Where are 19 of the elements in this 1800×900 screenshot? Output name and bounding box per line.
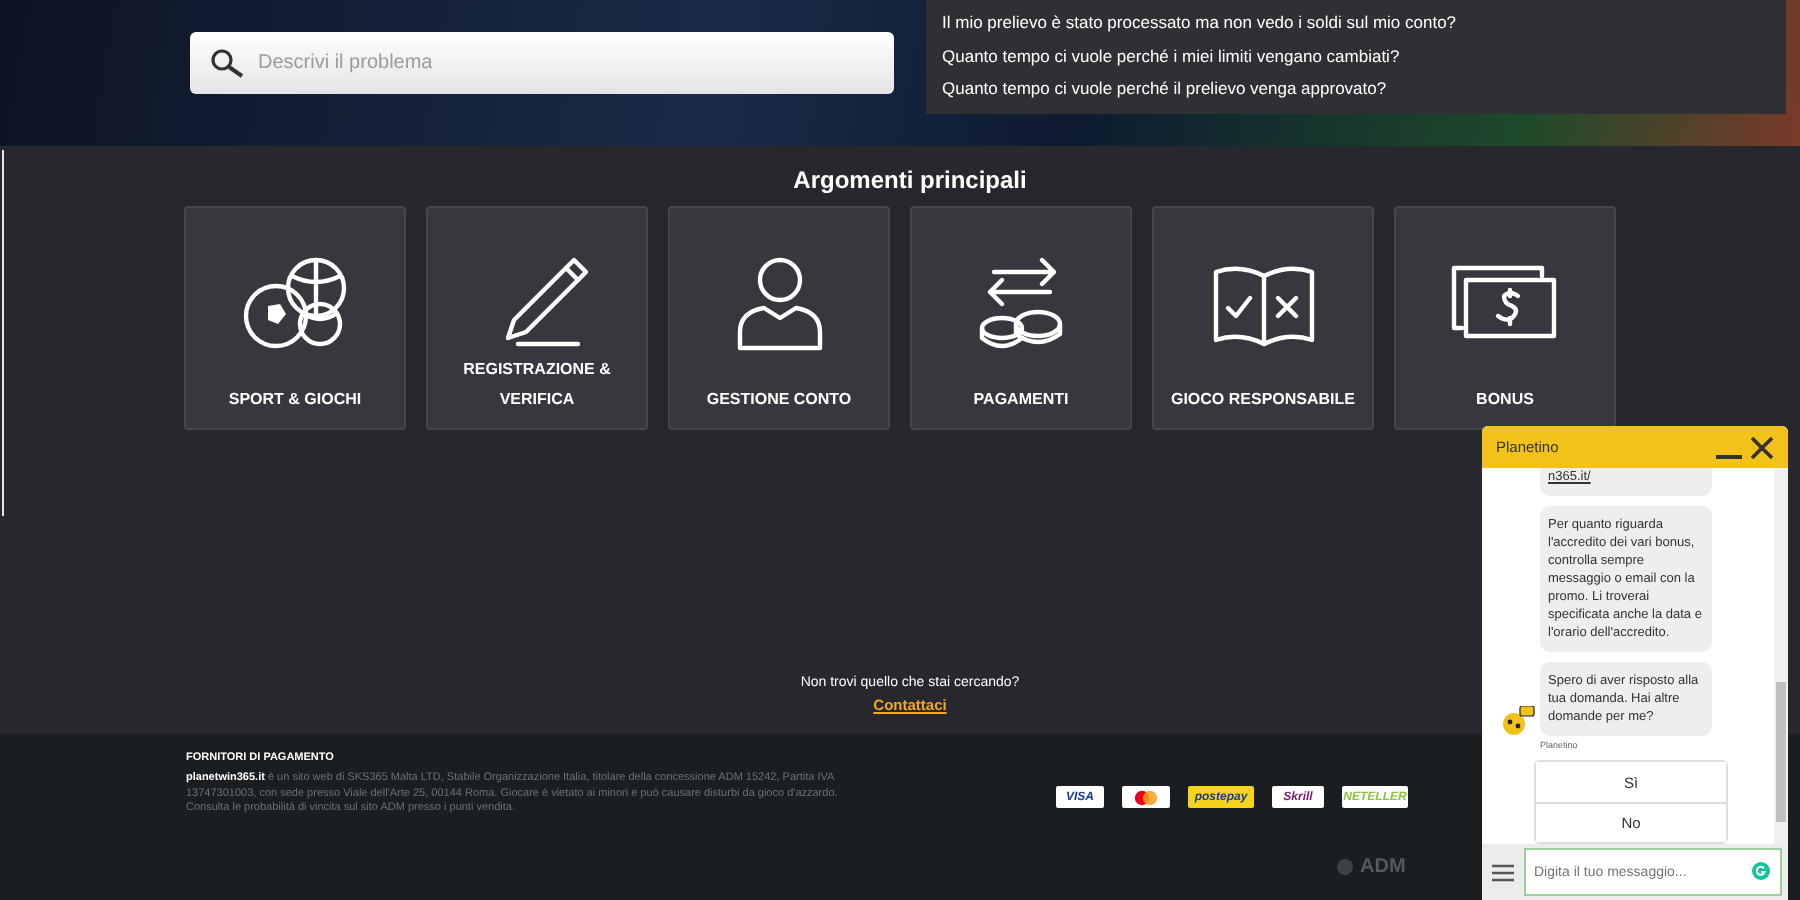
search-icon xyxy=(210,48,246,80)
topic-card[interactable]: GESTIONE CONTO xyxy=(668,206,890,430)
menu-icon[interactable] xyxy=(1492,863,1514,881)
topic-card[interactable]: REGISTRAZIONE & VERIFICA xyxy=(426,206,648,430)
suggestion-link[interactable]: Il mio prelievo è stato processato ma non vedo i soldi sul mio conto? xyxy=(942,8,1770,37)
topic-card[interactable]: SPORT & GIOCHI xyxy=(184,206,406,430)
close-icon[interactable] xyxy=(1750,435,1774,459)
topic-card[interactable]: BONUS xyxy=(1394,206,1616,430)
grammar-check-icon xyxy=(1752,862,1770,880)
card-logo-icon xyxy=(1122,786,1170,808)
search-field[interactable]: Descrivi il problema xyxy=(190,32,894,94)
regulator-logo: ADM xyxy=(1360,856,1406,878)
section-title: Argomenti principali xyxy=(791,166,1027,194)
suggestion-link[interactable]: Quanto tempo ci vuole perché i miei limiti vengano cambiati? xyxy=(942,41,1770,70)
scrollbar[interactable] xyxy=(1774,468,1788,844)
topic-card[interactable]: GIOCO RESPONSABILE xyxy=(1152,206,1374,430)
topic-card[interactable]: PAGAMENTI xyxy=(910,206,1132,430)
suggestion-link[interactable]: Quanto tempo ci vuole perché il prelievo venga approvato? xyxy=(942,74,1770,103)
bot-avatar-icon xyxy=(1502,706,1536,736)
